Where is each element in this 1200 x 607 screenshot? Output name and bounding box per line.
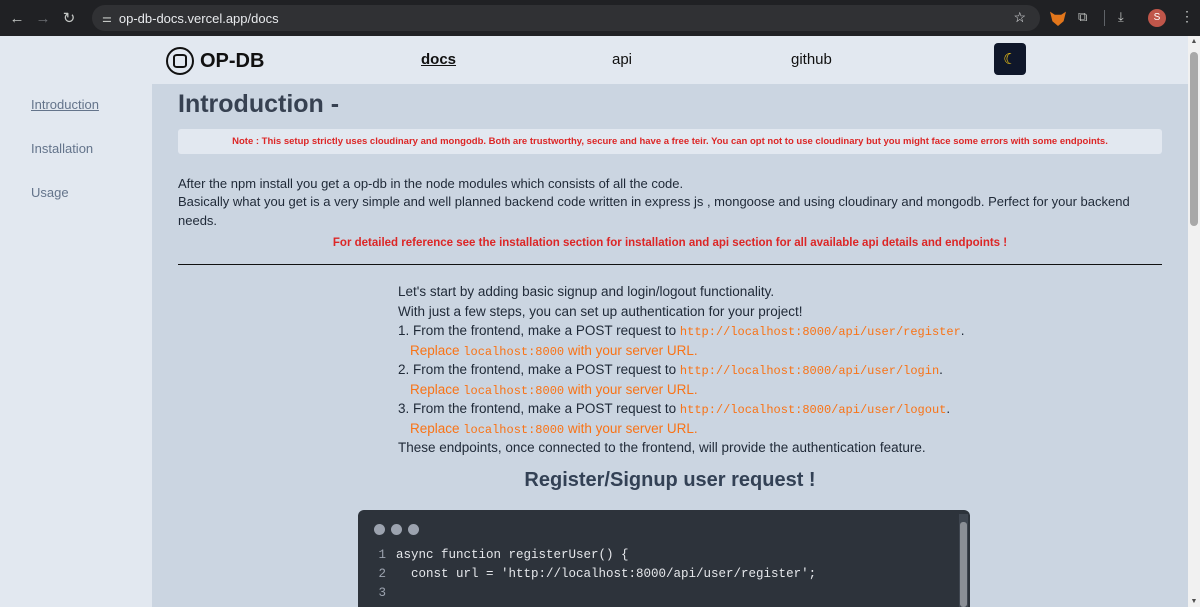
step-text: From the frontend, make a POST request t… [413, 401, 677, 416]
sidebar-item-installation[interactable]: Installation [31, 141, 93, 156]
sidebar-item-introduction[interactable]: Introduction [31, 97, 99, 112]
url-text: op-db-docs.vercel.app/docs [118, 10, 279, 26]
host-code: localhost:8000 [463, 344, 565, 359]
address-bar[interactable]: ⚌ op-db-docs.vercel.app/docs ☆ [92, 5, 1040, 31]
step-register: 1. From the frontend, make a POST reques… [398, 323, 965, 339]
moon-icon: ☾ [1003, 51, 1017, 68]
reload-icon[interactable]: ↻ [56, 9, 82, 27]
replace-hint: Replace localhost:8000 with your server … [410, 420, 698, 437]
host-code: localhost:8000 [463, 422, 565, 437]
sidebar-item-usage[interactable]: Usage [31, 185, 69, 200]
browser-menu-icon[interactable]: ⋮ [1180, 8, 1194, 25]
nav-link-docs[interactable]: docs [421, 51, 456, 68]
toolbar-divider [1104, 10, 1105, 26]
step-number: 2. [398, 362, 410, 377]
step-text: From the frontend, make a POST request t… [413, 323, 677, 338]
host-code: localhost:8000 [463, 383, 565, 398]
profile-avatar[interactable]: S [1148, 9, 1166, 27]
section-heading: Register/Signup user request ! [524, 469, 816, 491]
window-dots [374, 524, 419, 535]
reference-note: For detailed reference see the installat… [332, 237, 1008, 249]
steps-intro-2: With just a few steps, you can set up au… [398, 303, 803, 319]
back-icon[interactable]: ← [4, 10, 30, 27]
download-icon[interactable]: ⤓ [1118, 9, 1124, 25]
forward-icon[interactable]: → [30, 10, 56, 27]
code-scroll-thumb[interactable] [960, 522, 967, 607]
extensions-puzzle-icon[interactable]: ⧉ [1078, 9, 1087, 25]
step-number: 1. [398, 323, 410, 338]
logout-endpoint: http://localhost:8000/api/user/logout [679, 403, 947, 417]
login-endpoint: http://localhost:8000/api/user/login [679, 364, 940, 378]
intro-paragraph-1: After the npm install you get a op-db in… [178, 176, 684, 191]
theme-toggle-button[interactable]: ☾ [994, 43, 1026, 75]
auth-steps: Let's start by adding basic signup and l… [398, 282, 965, 458]
nav-link-api[interactable]: api [612, 51, 632, 68]
code-line: 1 async function registerUser() { [378, 548, 629, 562]
intro-paragraph-2: Basically what you get is a very simple … [178, 194, 1130, 228]
code-block[interactable]: 1 async function registerUser() { 2 const… [358, 510, 970, 607]
step-number: 3. [398, 401, 410, 416]
code-line: 3 [378, 586, 386, 600]
steps-intro-1: Let's start by adding basic signup and l… [398, 284, 775, 299]
setup-note: Note : This setup strictly uses cloudina… [178, 129, 1162, 154]
steps-closing: These endpoints, once connected to the f… [398, 440, 926, 455]
step-text: From the frontend, make a POST request t… [413, 362, 677, 377]
docs-sidebar: Introduction Installation Usage [0, 84, 152, 607]
page-scroll-thumb[interactable] [1190, 52, 1198, 226]
divider [178, 264, 1162, 265]
scroll-down-arrow-icon[interactable]: ▼ [1188, 598, 1200, 605]
register-endpoint: http://localhost:8000/api/user/register [679, 325, 961, 339]
brand-logo[interactable]: OP-DB [166, 47, 264, 75]
page-title: Introduction - [178, 90, 340, 118]
replace-hint: Replace localhost:8000 with your server … [410, 381, 698, 398]
nav-link-github[interactable]: github [791, 51, 832, 68]
database-logo-icon [166, 47, 194, 75]
scroll-up-arrow-icon[interactable]: ▲ [1188, 38, 1200, 45]
code-line: 2 const url = 'http://localhost:8000/api… [378, 567, 817, 581]
replace-hint: Replace localhost:8000 with your server … [410, 342, 698, 359]
site-settings-icon[interactable]: ⚌ [102, 12, 112, 25]
site-header: OP-DB docs api github ☾ [0, 36, 1188, 84]
page-scrollbar[interactable]: ▲ ▼ [1188, 36, 1200, 607]
brand-name: OP-DB [200, 49, 265, 72]
step-login: 2. From the frontend, make a POST reques… [398, 362, 943, 378]
metamask-extension-icon[interactable] [1050, 11, 1066, 26]
step-logout: 3. From the frontend, make a POST reques… [398, 401, 951, 417]
bookmark-star-icon[interactable]: ☆ [1013, 9, 1026, 26]
code-scrollbar[interactable] [959, 514, 968, 607]
main-content: Introduction - Note : This setup strictl… [152, 84, 1188, 607]
browser-toolbar: ← → ↻ ⚌ op-db-docs.vercel.app/docs ☆ ⧉ ⤓… [0, 0, 1200, 36]
